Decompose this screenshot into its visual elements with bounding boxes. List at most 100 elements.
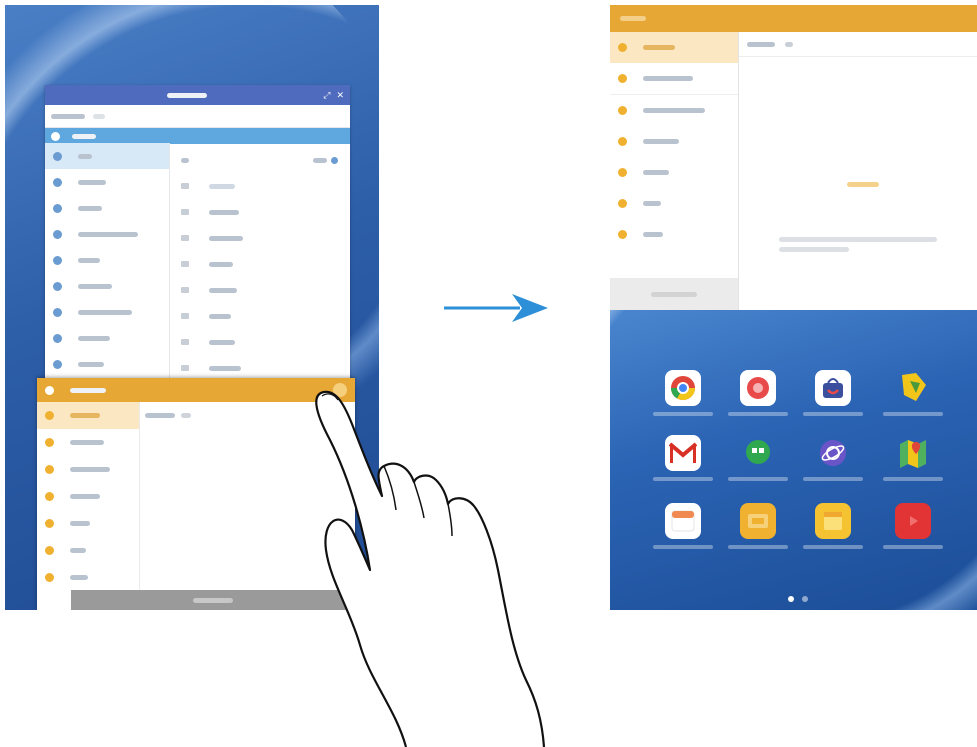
list-item[interactable]: [610, 188, 738, 219]
folder-icon: [53, 229, 62, 239]
app-label: [653, 477, 713, 481]
list-item[interactable]: [610, 219, 738, 250]
list-item[interactable]: [45, 325, 169, 351]
list-item[interactable]: [610, 157, 738, 188]
list-item[interactable]: [45, 221, 169, 247]
list-item[interactable]: [173, 329, 346, 355]
list-item[interactable]: [37, 537, 139, 564]
list-item[interactable]: [37, 510, 139, 537]
email-footer-button[interactable]: [610, 278, 738, 310]
account-label: [51, 113, 85, 119]
list-item[interactable]: [173, 199, 346, 225]
list-item[interactable]: [173, 303, 346, 329]
list-item[interactable]: [173, 277, 346, 303]
file-icon: [181, 365, 189, 371]
transition-arrow-icon: [444, 294, 548, 322]
app-label: [653, 412, 713, 416]
email-folder-list: [610, 32, 739, 310]
right-tablet-screen: [610, 5, 977, 610]
inbox-icon: [618, 43, 627, 52]
hand-gesture-icon: [315, 390, 546, 747]
list-item[interactable]: [45, 195, 169, 221]
list-item[interactable]: [37, 564, 139, 591]
empty-state-description: [779, 237, 937, 252]
folder-icon: [53, 151, 62, 161]
app-label: [883, 477, 943, 481]
chrome-icon[interactable]: [665, 370, 701, 406]
list-item[interactable]: [37, 456, 139, 483]
expand-icon[interactable]: ⤢: [323, 90, 330, 101]
email-window-title-placeholder: [620, 16, 646, 21]
list-item[interactable]: [173, 251, 346, 277]
app-label: [803, 412, 863, 416]
email-window-header[interactable]: [610, 5, 977, 32]
list-item[interactable]: [45, 169, 169, 195]
popup-window[interactable]: ⤢ ✕: [45, 85, 350, 391]
subheader-placeholder: [72, 133, 96, 139]
list-item[interactable]: [37, 429, 139, 456]
file-icon: [181, 235, 189, 241]
list-item[interactable]: [173, 225, 346, 251]
app-label: [803, 545, 863, 549]
app-label: [803, 477, 863, 481]
search-icon[interactable]: [331, 156, 338, 164]
internet-icon[interactable]: [815, 435, 851, 471]
list-item[interactable]: [37, 402, 139, 429]
email-app-icon: [45, 385, 54, 395]
list-item[interactable]: [610, 32, 738, 63]
list-item[interactable]: [45, 299, 169, 325]
close-icon[interactable]: ✕: [336, 90, 344, 101]
maps-icon[interactable]: [895, 435, 931, 471]
folder-icon: [53, 203, 62, 213]
dropdown-icon[interactable]: [181, 412, 191, 418]
galaxy-apps-icon[interactable]: [815, 370, 851, 406]
page-indicator-dot-active[interactable]: [788, 596, 794, 602]
folder-icon: [45, 465, 54, 474]
gallery-icon[interactable]: [895, 370, 931, 406]
list-item[interactable]: [45, 247, 169, 273]
folder-icon: [618, 168, 627, 177]
gmail-icon[interactable]: [665, 435, 701, 471]
camera-icon[interactable]: [740, 370, 776, 406]
smart-manager-icon[interactable]: [740, 503, 776, 539]
app-label: [728, 412, 788, 416]
file-icon: [181, 339, 189, 345]
app-label: [728, 477, 788, 481]
folder-icon: [45, 438, 54, 447]
empty-state-title: [847, 182, 879, 187]
inbox-icon: [45, 411, 54, 420]
list-item[interactable]: [610, 126, 738, 157]
popup-folder-list: [45, 143, 170, 391]
list-item[interactable]: [45, 351, 169, 377]
hangouts-icon[interactable]: [740, 435, 776, 471]
folder-icon: [45, 573, 54, 582]
calendar-icon[interactable]: [665, 503, 701, 539]
home-screen: [610, 310, 977, 610]
popup-window-subheader: [45, 128, 350, 144]
content-toolbar: [173, 147, 346, 173]
list-item[interactable]: [173, 173, 346, 199]
folder-icon: [53, 307, 62, 317]
folder-icon: [51, 131, 60, 141]
page-indicator-dot[interactable]: [802, 596, 808, 602]
list-item[interactable]: [610, 95, 738, 126]
list-item[interactable]: [37, 483, 139, 510]
list-item[interactable]: [45, 143, 169, 169]
account-dropdown[interactable]: [93, 113, 105, 119]
folder-icon: [618, 230, 627, 239]
bottom-folder-list: [37, 402, 140, 610]
list-item[interactable]: [610, 63, 738, 95]
folder-icon: [53, 255, 62, 265]
folder-icon: [45, 519, 54, 528]
list-item[interactable]: [45, 273, 169, 299]
popup-window-header[interactable]: ⤢ ✕: [45, 85, 350, 105]
bottom-window-title-placeholder: [70, 387, 106, 393]
dropdown-icon[interactable]: [785, 41, 793, 47]
youtube-icon[interactable]: [895, 503, 931, 539]
folder-icon: [618, 137, 627, 146]
file-icon: [181, 209, 189, 215]
memo-icon[interactable]: [815, 503, 851, 539]
popup-window-account-row: [45, 105, 350, 128]
popup-window-title-placeholder: [167, 92, 208, 98]
folder-icon: [53, 177, 62, 187]
